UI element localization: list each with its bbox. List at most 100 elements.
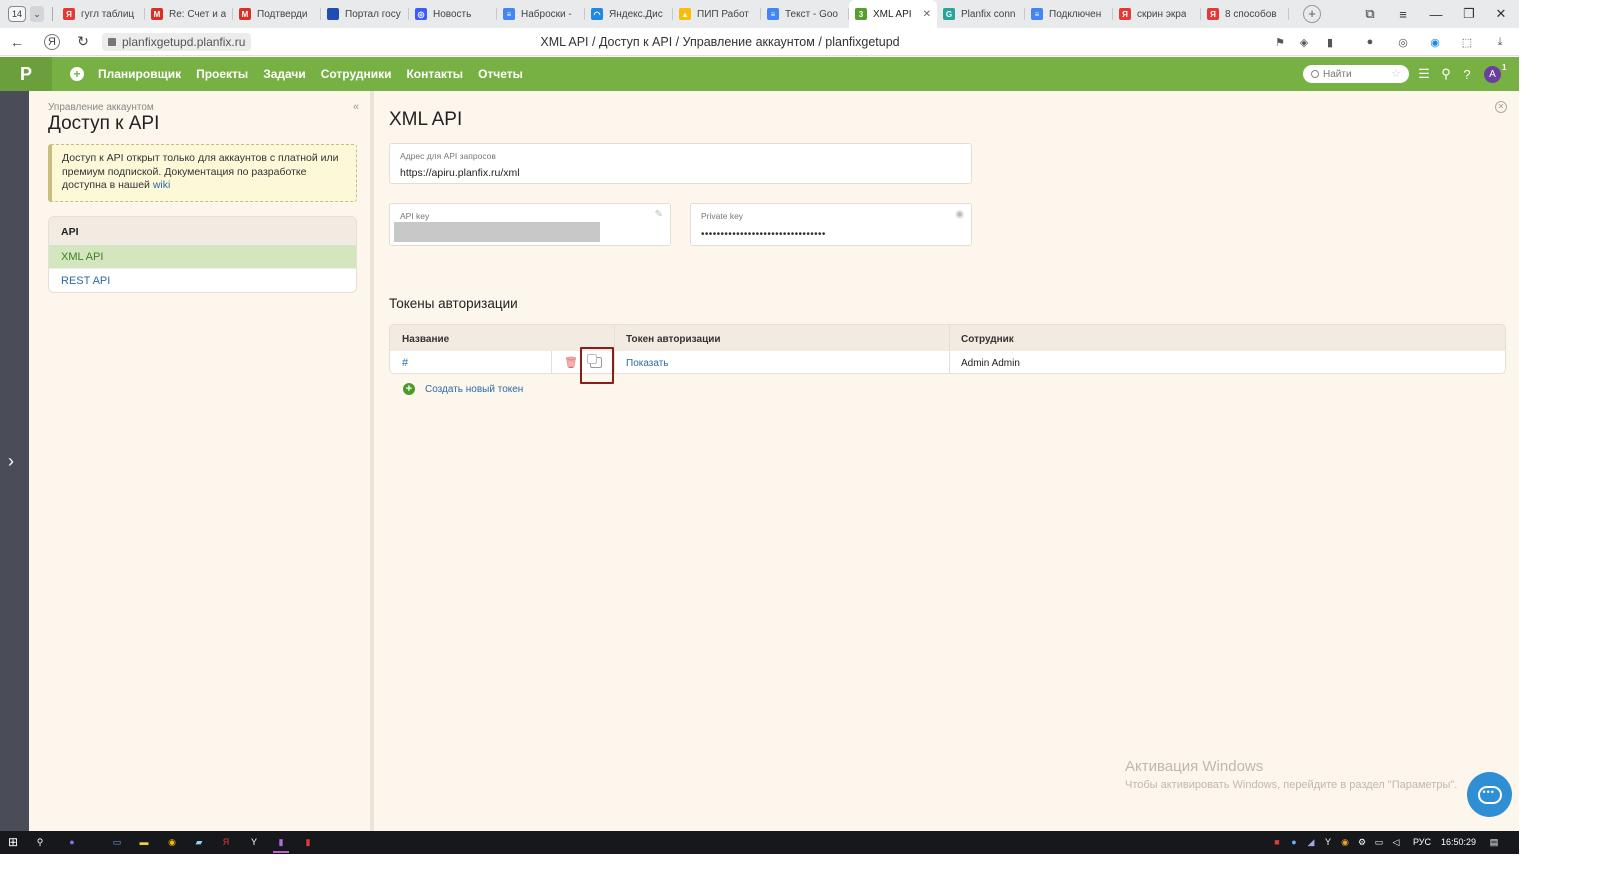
api-address-value[interactable]: https://apiru.planfix.ru/xml (400, 167, 520, 179)
yandex-taskbar-icon[interactable]: Я (219, 835, 233, 849)
browser-tab[interactable]: ▲ ПИП Работ (673, 0, 761, 28)
close-tab-icon[interactable]: ✕ (923, 9, 931, 20)
browser-tab[interactable]: Ягугл таблиц (57, 0, 145, 28)
breadcrumb[interactable]: Управление аккаунтом (48, 102, 154, 113)
tokens-table-header (390, 325, 1505, 351)
restore-icon[interactable]: ❐ (1454, 0, 1484, 28)
tray-icon[interactable]: ■ (1270, 835, 1284, 849)
downloads-icon[interactable]: ⤓ (1492, 34, 1508, 50)
employee-cell: Admin Admin (961, 358, 1020, 369)
nav-item[interactable]: Задачи (263, 67, 306, 81)
browser-tab[interactable]: Портал госу (321, 0, 409, 28)
news-icon: ◎ (415, 8, 427, 20)
planfix-logo[interactable]: P (0, 57, 52, 91)
api-menu-item[interactable]: XML API (49, 244, 356, 268)
task-view-icon[interactable]: ▭ (110, 835, 124, 849)
clock[interactable]: 16:50:29 (1441, 837, 1476, 847)
back-icon[interactable]: ← (4, 29, 30, 55)
volume-icon[interactable]: ◁ (1389, 835, 1403, 849)
reload-icon[interactable]: ↻ (70, 29, 96, 55)
tokens-section-title: Токены авторизации (389, 296, 518, 311)
windows-start-icon[interactable]: ⊞ (6, 835, 20, 849)
docs-icon: ≡ (767, 8, 779, 20)
search-input[interactable]: Найти ☆ (1303, 65, 1409, 83)
tab-collections-icon[interactable]: ⧉ (1355, 0, 1385, 28)
browser-tab[interactable]: Я 8 способов (1201, 0, 1289, 28)
browser-tab[interactable]: M Re: Счет и а (145, 0, 233, 28)
private-key-field[interactable]: Private key ••••••••••••••••••••••••••••… (690, 203, 972, 246)
delete-icon[interactable]: 🗑 (564, 356, 578, 369)
nav-item[interactable]: Отчеты (478, 67, 523, 81)
browser-tab[interactable]: Яскрин экра (1113, 0, 1201, 28)
quick-add-icon[interactable]: + (70, 67, 84, 81)
windows-taskbar: ⊞ ⚲ ● ▭ ▬ ◉ ▰ Я Y ▮ ▮ ■ ● ◢ Y ◉ ⚙ ▭ ◁ РУ… (0, 831, 1519, 854)
yandex-browser-icon[interactable]: Y (247, 835, 261, 849)
app-icon[interactable]: ▰ (192, 835, 206, 849)
browser-tab[interactable]: ≡ Текст - Goo (761, 0, 849, 28)
close-panel-icon[interactable]: ✕ (1495, 101, 1507, 113)
avatar-badge: 1 (1502, 63, 1507, 72)
yandex-home-icon[interactable]: Я (44, 33, 60, 50)
collapse-sidebar-icon[interactable]: « (353, 101, 359, 113)
create-token-button[interactable]: + Создать новый токен (403, 383, 523, 395)
token-name-link[interactable]: # (402, 357, 408, 369)
api-address-field[interactable]: Адрес для API запросов https://apiru.pla… (389, 143, 972, 184)
chrome-icon[interactable]: ◉ (165, 835, 179, 849)
column-separator (614, 325, 615, 373)
bookmark-icon[interactable]: ▮ (1322, 34, 1338, 50)
browser-menu-icon[interactable]: ≡ (1388, 0, 1418, 28)
tray-icon[interactable]: ⚙ (1355, 835, 1369, 849)
edit-icon[interactable]: ✎ (655, 209, 663, 220)
extensions-icon[interactable]: ⬚ (1459, 34, 1475, 50)
wiki-link[interactable]: wiki (153, 179, 171, 191)
close-window-icon[interactable]: ✕ (1486, 0, 1516, 28)
url-field[interactable]: planfixgetupd.planfix.ru (102, 32, 252, 51)
api-key-field[interactable]: API key ✎ (389, 203, 671, 246)
tray-icon[interactable]: ● (1287, 835, 1301, 849)
favorite-star-icon[interactable]: ☆ (1391, 67, 1401, 80)
tab-count-badge[interactable]: 14 (8, 6, 26, 22)
browser-tab[interactable]: ≡ Подключен (1025, 0, 1113, 28)
api-menu-item[interactable]: REST API (49, 268, 356, 292)
extension-circle-icon[interactable]: ◎ (1395, 34, 1411, 50)
extension-ninja-icon[interactable]: ● (1362, 34, 1378, 50)
search-taskbar-icon[interactable]: ⚲ (33, 835, 47, 849)
tray-icon[interactable]: Y (1321, 835, 1335, 849)
nav-item[interactable]: Контакты (406, 67, 463, 81)
expand-rail-icon[interactable]: › (8, 451, 14, 472)
help-icon[interactable]: ? (1459, 66, 1475, 82)
chat-button[interactable] (1467, 772, 1512, 817)
minimize-icon[interactable]: — (1421, 0, 1451, 28)
file-explorer-icon[interactable]: ▬ (137, 835, 151, 849)
tab-list-dropdown-icon[interactable]: ⌄ (30, 6, 44, 22)
nav-item[interactable]: Планировщик (98, 67, 181, 81)
show-token-link[interactable]: Показать (626, 358, 669, 369)
action-center-icon[interactable]: ▤ (1487, 835, 1501, 849)
new-tab-button[interactable]: + (1303, 5, 1321, 23)
menu-list-icon[interactable]: ☰ (1416, 66, 1432, 82)
translate-icon[interactable]: ⚑ (1272, 34, 1288, 50)
notifications-icon[interactable]: ⚲ (1438, 66, 1454, 82)
browser-tab[interactable]: 3 XML API ✕ (849, 0, 937, 28)
cortana-icon[interactable]: ● (65, 835, 79, 849)
language-indicator[interactable]: РУС (1413, 837, 1431, 847)
chat-icon (1477, 785, 1502, 804)
tray-icon[interactable]: ◉ (1338, 835, 1352, 849)
browser-tab[interactable]: ◎ Новость (409, 0, 497, 28)
browser-tab-strip: 14 ⌄ Ягугл таблиц M Re: Счет и а M Подтверди… (0, 0, 1519, 28)
app-purple-icon[interactable]: ▮ (274, 835, 288, 849)
nav-item[interactable]: Сотрудники (321, 67, 392, 81)
app-red-icon[interactable]: ▮ (301, 835, 315, 849)
show-password-eye-icon[interactable]: ◉ (955, 209, 964, 220)
browser-tab[interactable]: M Подтверди (233, 0, 321, 28)
column-header-name: Название (402, 334, 450, 345)
user-avatar[interactable]: A (1484, 66, 1501, 83)
extension-shazam-icon[interactable]: ◉ (1427, 34, 1443, 50)
nav-item[interactable]: Проекты (196, 67, 248, 81)
protect-icon[interactable]: ◈ (1296, 34, 1312, 50)
browser-tab[interactable]: G Planfix conn (937, 0, 1025, 28)
tray-icon[interactable]: ◢ (1304, 835, 1318, 849)
network-icon[interactable]: ▭ (1372, 835, 1386, 849)
browser-tab[interactable]: ◠ Яндекс.Дис (585, 0, 673, 28)
browser-tab[interactable]: ≡ Наброски - (497, 0, 585, 28)
